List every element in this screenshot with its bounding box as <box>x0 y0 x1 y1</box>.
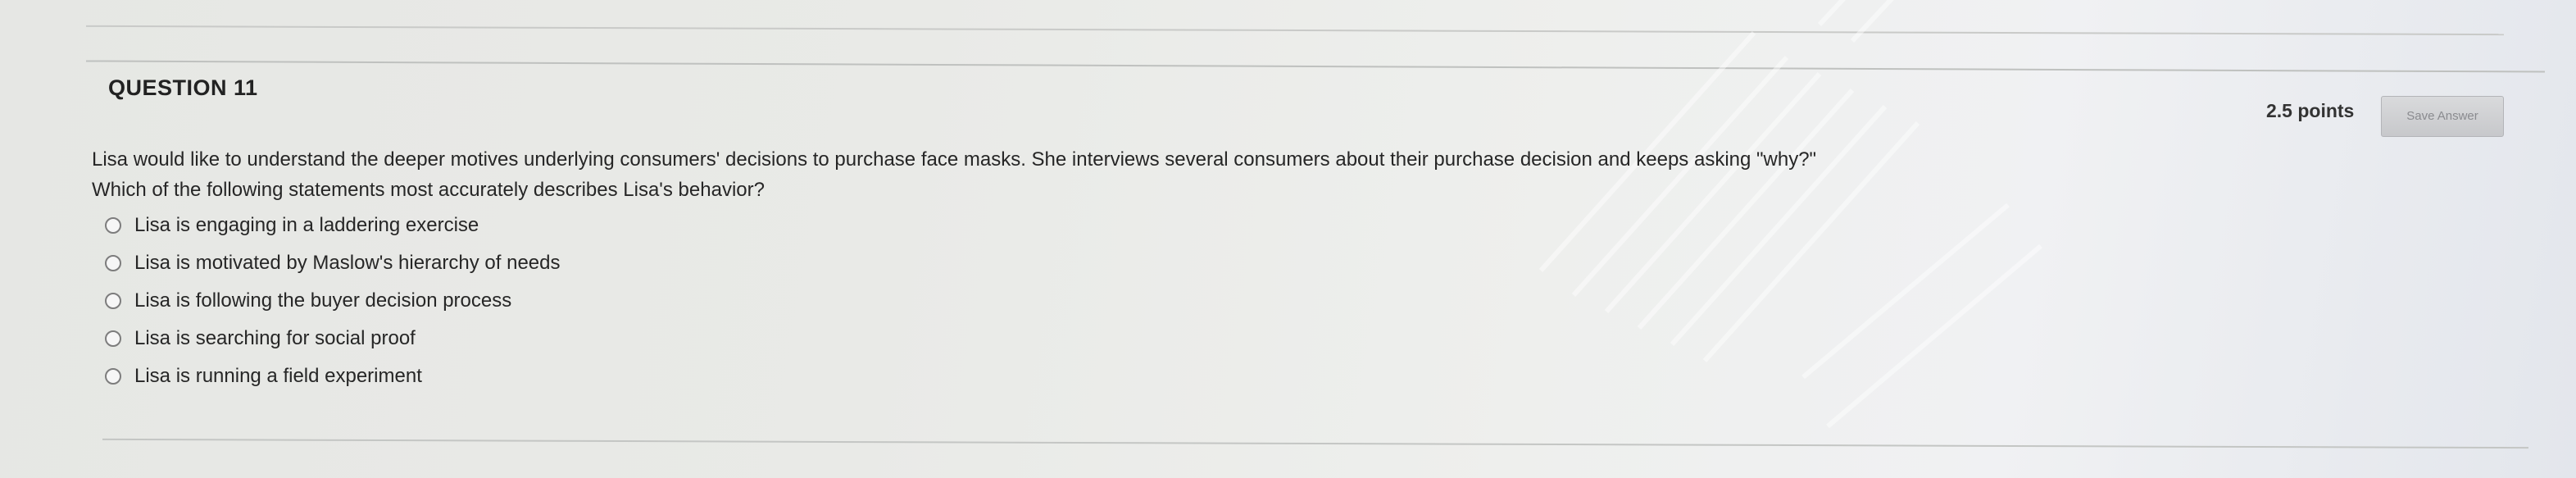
answer-option-label: Lisa is engaging in a laddering exercise <box>134 214 479 236</box>
radio-button-icon[interactable] <box>105 330 121 347</box>
answer-option-label: Lisa is running a field experiment <box>134 365 422 387</box>
answer-option-label: Lisa is motivated by Maslow's hierarchy … <box>134 252 561 274</box>
question-prompt-line-1: Lisa would like to understand the deeper… <box>92 148 1817 171</box>
answer-option-5[interactable]: Lisa is running a field experiment <box>105 357 560 395</box>
answer-option-1[interactable]: Lisa is engaging in a laddering exercise <box>105 207 560 244</box>
question-prompt: Lisa would like to understand the deeper… <box>92 144 1977 205</box>
screen-glare <box>1538 0 2042 429</box>
radio-button-icon[interactable] <box>105 255 121 271</box>
radio-button-icon[interactable] <box>105 293 121 309</box>
answer-option-4[interactable]: Lisa is searching for social proof <box>105 320 560 357</box>
question-prompt-line-2: Which of the following statements most a… <box>92 179 765 201</box>
answer-option-3[interactable]: Lisa is following the buyer decision pro… <box>105 282 560 320</box>
answer-options: Lisa is engaging in a laddering exercise… <box>105 207 560 395</box>
divider-header <box>86 60 2545 73</box>
radio-button-icon[interactable] <box>105 217 121 234</box>
answer-option-2[interactable]: Lisa is motivated by Maslow's hierarchy … <box>105 244 560 282</box>
question-title: QUESTION 11 <box>108 75 258 100</box>
divider-bottom <box>102 438 2528 449</box>
save-answer-button[interactable]: Save Answer <box>2381 96 2504 137</box>
radio-button-icon[interactable] <box>105 368 121 385</box>
divider-top <box>86 25 2504 36</box>
answer-option-label: Lisa is following the buyer decision pro… <box>134 289 512 312</box>
question-points: 2.5 points <box>2266 100 2355 121</box>
answer-option-label: Lisa is searching for social proof <box>134 327 416 349</box>
